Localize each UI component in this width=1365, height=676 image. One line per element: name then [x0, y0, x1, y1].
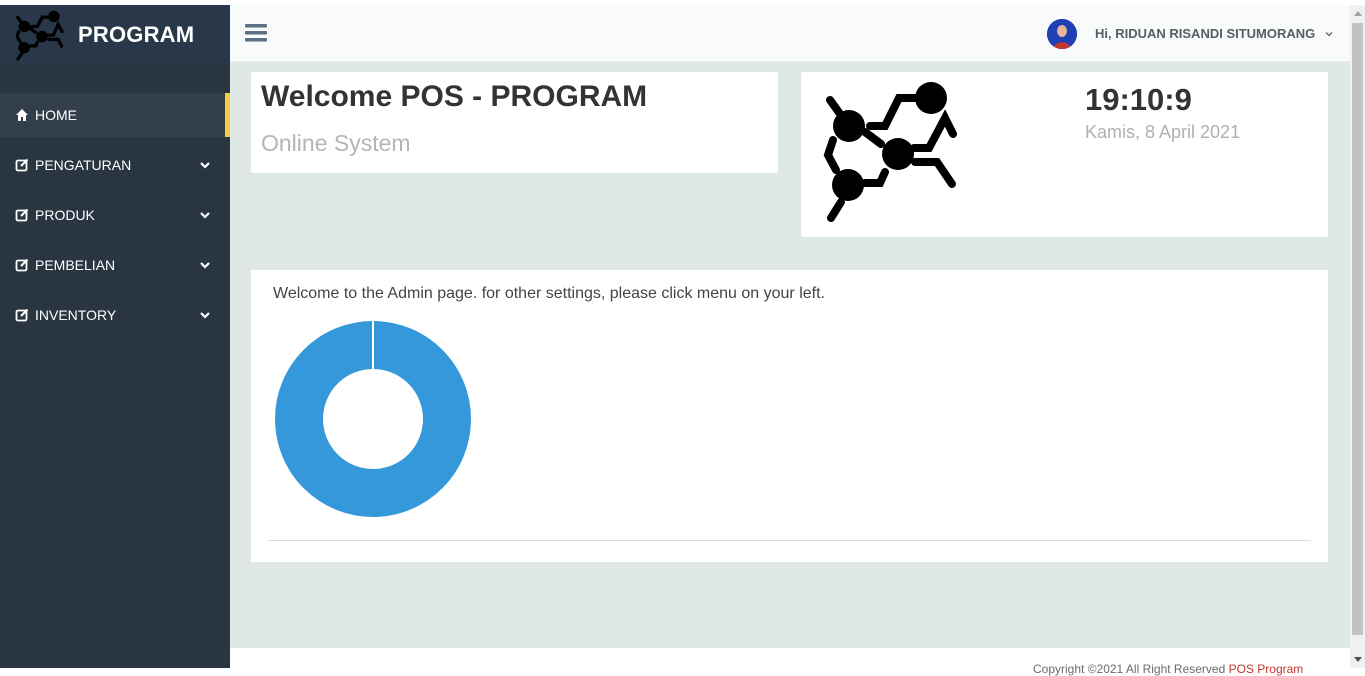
- welcome-card: Welcome POS - PROGRAM Online System: [251, 72, 778, 173]
- sidebar-item-home[interactable]: HOME: [0, 93, 230, 137]
- scroll-up-arrow-icon[interactable]: [1354, 11, 1362, 16]
- sidebar-menu: HOME PENGATURAN PRODUK PEMBELIAN INVENTO…: [0, 93, 230, 343]
- clock-date: Kamis, 8 April 2021: [1085, 122, 1241, 142]
- vertical-scrollbar[interactable]: [1350, 5, 1365, 668]
- user-greeting[interactable]: Hi, RIDUAN RISANDI SITUMORANG: [1095, 26, 1315, 41]
- clock-card: 19:10:9 Kamis, 8 April 2021: [801, 72, 1328, 237]
- brand-header[interactable]: PROGRAM: [0, 5, 230, 64]
- donut-chart: [275, 321, 471, 517]
- clock-time: 19:10:9: [1085, 82, 1192, 117]
- sidebar-item-label: PEMBELIAN: [35, 257, 116, 273]
- sidebar-item-label: PRODUK: [35, 207, 95, 223]
- page-subtitle: Online System: [261, 130, 411, 156]
- chevron-down-icon: [200, 262, 210, 269]
- sidebar-item-pembelian[interactable]: PEMBELIAN: [0, 243, 230, 287]
- hamburger-icon[interactable]: [245, 22, 267, 44]
- edit-icon: [15, 308, 29, 322]
- divider: [268, 540, 1311, 541]
- footer: Copyright ©2021 All Right Reserved POS P…: [230, 648, 1350, 676]
- main-content: Welcome POS - PROGRAM Online System 19:1…: [230, 62, 1350, 648]
- sidebar-item-label: PENGATURAN: [35, 157, 132, 173]
- scroll-down-arrow-icon[interactable]: [1354, 657, 1362, 662]
- footer-link[interactable]: POS Program: [1229, 662, 1304, 676]
- home-icon: [16, 109, 28, 121]
- edit-icon: [15, 158, 29, 172]
- sidebar-item-produk[interactable]: PRODUK: [0, 193, 230, 237]
- sidebar-item-label: HOME: [35, 107, 77, 123]
- avatar[interactable]: [1047, 19, 1077, 49]
- footer-copyright: Copyright ©2021 All Right Reserved POS P…: [1033, 662, 1303, 676]
- scrollbar-thumb[interactable]: [1352, 23, 1363, 635]
- sidebar-item-pengaturan[interactable]: PENGATURAN: [0, 143, 230, 187]
- edit-icon: [15, 258, 29, 272]
- admin-welcome-message: Welcome to the Admin page. for other set…: [273, 285, 825, 302]
- sidebar-item-inventory[interactable]: INVENTORY: [0, 293, 230, 337]
- sidebar-item-label: INVENTORY: [35, 307, 117, 323]
- chevron-down-icon[interactable]: [1324, 29, 1334, 39]
- user-avatar-icon: [1047, 19, 1077, 49]
- footer-copyright-text: Copyright ©2021 All Right Reserved: [1033, 662, 1229, 676]
- brand-name: PROGRAM: [78, 22, 195, 47]
- admin-info-card: Welcome to the Admin page. for other set…: [251, 270, 1328, 562]
- edit-icon: [15, 208, 29, 222]
- page-title: Welcome POS - PROGRAM: [261, 80, 648, 113]
- sidebar: PROGRAM HOME PENGATURAN PRODUK PEMBELIAN…: [0, 5, 230, 668]
- chevron-down-icon: [200, 312, 210, 319]
- top-header: Hi, RIDUAN RISANDI SITUMORANG: [230, 5, 1350, 62]
- chevron-down-icon: [200, 162, 210, 169]
- molecule-logo-icon: [823, 82, 957, 222]
- molecule-logo-icon: [15, 10, 64, 61]
- chevron-down-icon: [200, 212, 210, 219]
